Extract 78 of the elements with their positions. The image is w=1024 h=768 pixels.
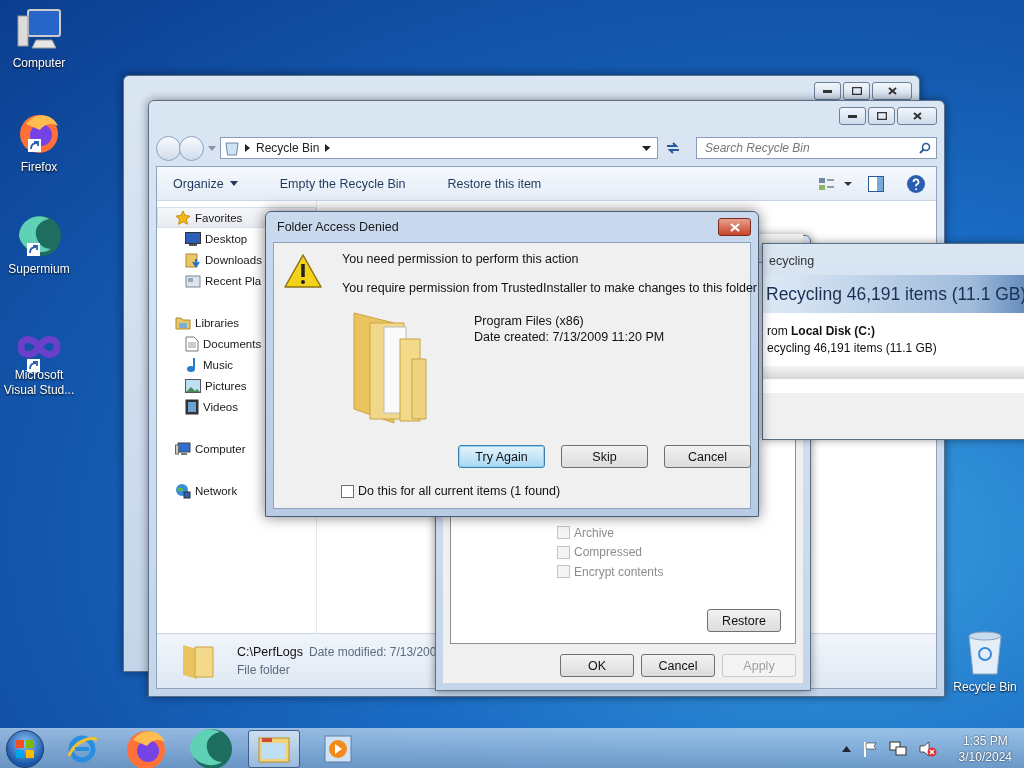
taskbar-button[interactable] [248, 729, 300, 768]
dialog-button[interactable]: Cancel [664, 445, 752, 468]
address-text: Recycle Bin [256, 141, 320, 155]
dialog-button[interactable]: Cancel [641, 654, 715, 677]
media-player-icon [324, 734, 352, 763]
item-date: Date created: 7/13/2009 11:20 PM [474, 330, 665, 344]
desktop-icon[interactable]: Microsoft Visual Stud... [0, 330, 78, 398]
search-field[interactable]: Search Recycle Bin [696, 137, 937, 159]
caret-icon [208, 145, 216, 151]
chevron-icon [325, 144, 331, 152]
search-icon [919, 142, 931, 154]
windows-logo-icon [16, 739, 34, 758]
date-modified: Date modified: 7/13/200 [309, 645, 437, 659]
documents-icon [185, 335, 199, 352]
network-icon [175, 482, 191, 499]
downloads-icon [185, 251, 201, 268]
dialog-detail: You require permission from TrustedInstaller to make changes to this folder [342, 281, 758, 295]
minimize-button[interactable] [839, 107, 866, 125]
videos-icon [185, 398, 199, 415]
close-button[interactable] [718, 218, 751, 236]
computer-icon [175, 441, 191, 456]
warning-icon [284, 254, 322, 288]
item-name: Program Files (x86) [474, 314, 585, 328]
close-icon [887, 87, 897, 95]
toolbar-button[interactable]: Restore this item [441, 172, 548, 195]
close-icon [912, 112, 922, 120]
address-bar[interactable]: Recycle Bin [220, 137, 658, 159]
desktop-icon[interactable]: Computer [0, 8, 78, 71]
window-title: ecycling [768, 253, 816, 270]
file-type: File folder [237, 663, 291, 677]
desktop-icon[interactable]: Supermium [0, 214, 78, 277]
apply-all-checkbox[interactable]: Do this for all current items (1 found) [341, 484, 758, 498]
recent-icon [185, 272, 201, 289]
minimize-button[interactable] [814, 82, 841, 100]
maximize-button[interactable] [868, 107, 895, 125]
caret-icon [229, 181, 238, 186]
computer-icon [16, 8, 62, 52]
dialog-button[interactable]: Try Again [458, 445, 546, 468]
flag-icon[interactable] [862, 740, 877, 757]
chevron-icon [245, 144, 250, 152]
view-options-icon[interactable] [818, 175, 852, 192]
file-name: C:\PerfLogs [237, 645, 303, 659]
source-text: rom Local Disk (C:) [767, 324, 876, 338]
desktop-icon[interactable]: Firefox [0, 110, 78, 175]
minimize-icon [823, 89, 832, 93]
dialog-button[interactable]: OK [560, 654, 634, 677]
desktop-icon [185, 231, 201, 246]
preview-pane-icon[interactable] [868, 175, 884, 192]
libraries-icon [175, 315, 191, 330]
close-button[interactable] [897, 107, 937, 125]
folder-icon [258, 734, 290, 763]
start-button[interactable] [6, 729, 44, 768]
close-icon [729, 222, 740, 232]
help-icon[interactable] [906, 173, 926, 194]
shortcut-arrow-icon [27, 243, 40, 256]
recycle-bin-icon [966, 630, 1004, 676]
pictures-icon [185, 378, 201, 393]
close-button[interactable] [872, 82, 912, 100]
dialog-message: You need permission to perform this action [342, 252, 580, 266]
star-icon [175, 209, 191, 226]
maximize-icon [876, 112, 887, 120]
minimize-icon [848, 114, 857, 118]
shortcut-arrow-icon [27, 359, 40, 372]
browser-icon [67, 733, 97, 764]
shortcut-arrow-icon [28, 139, 41, 152]
caret-icon[interactable] [642, 145, 651, 151]
network-icon[interactable] [888, 740, 907, 757]
show-hidden-icons-icon[interactable] [841, 745, 851, 752]
toolbar-button[interactable]: Organize [167, 172, 244, 195]
status-text: ecycling 46,191 items (11.1 GB) [767, 341, 938, 355]
maximize-button[interactable] [843, 82, 870, 100]
desktop-icon[interactable]: Recycle Bin [946, 630, 1024, 695]
dialog-button[interactable]: Skip [561, 445, 649, 468]
maximize-icon [851, 87, 862, 95]
toolbar-button[interactable]: Empty the Recycle Bin [273, 172, 412, 195]
recycle-bin-icon [225, 140, 239, 156]
restore-button[interactable]: Restore [707, 609, 781, 632]
speaker-muted-icon[interactable] [918, 740, 937, 757]
